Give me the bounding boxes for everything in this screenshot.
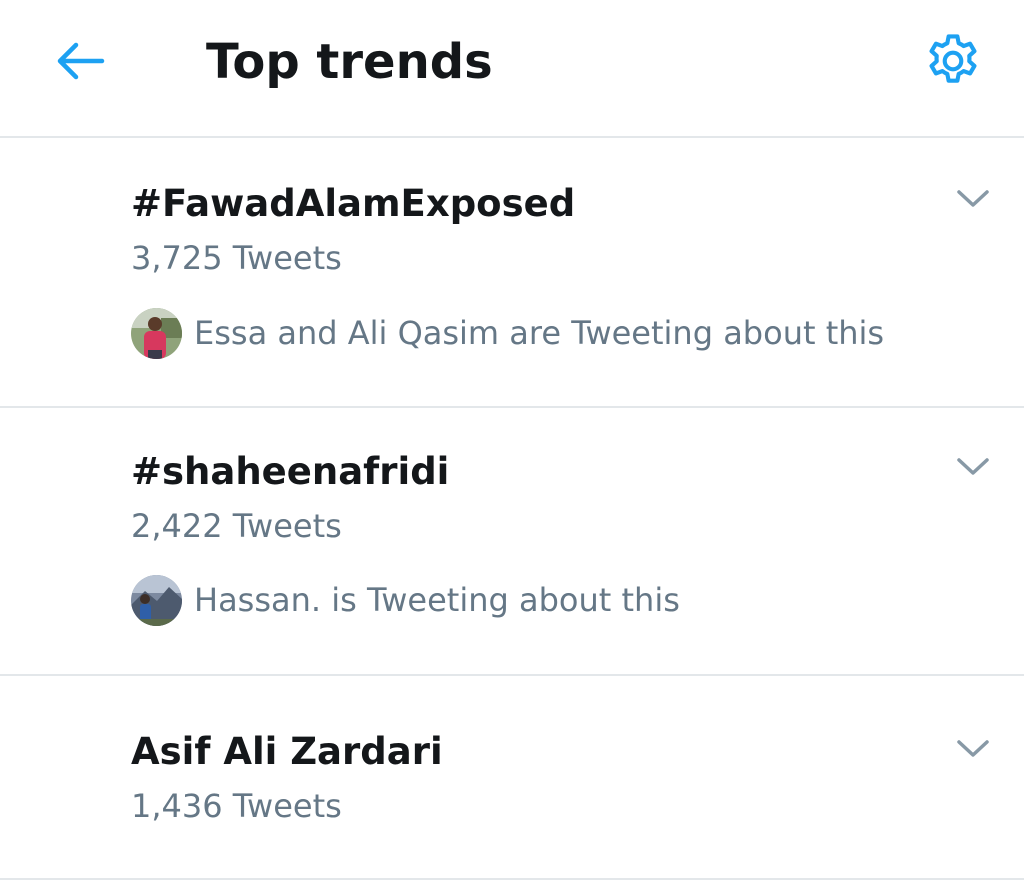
page-title: Top trends (206, 34, 493, 90)
trend-social-context: Hassan. is Tweeting about this (131, 573, 680, 627)
gear-icon (929, 34, 977, 83)
arrow-left-icon (57, 42, 105, 80)
trend-name: Asif Ali Zardari (131, 730, 443, 773)
avatar (131, 574, 182, 626)
trend-item[interactable]: Asif Ali Zardari 1,436 Tweets (0, 676, 1024, 880)
trend-context-text: Hassan. is Tweeting about this (194, 581, 680, 619)
trend-tweet-count: 2,422 Tweets (131, 507, 342, 545)
trend-context-text: Essa and Ali Qasim are Tweeting about th… (194, 314, 885, 352)
chevron-down-icon[interactable] (950, 450, 996, 484)
trend-tweet-count: 1,436 Tweets (131, 787, 342, 825)
trend-item[interactable]: #FawadAlamExposed 3,725 Tweets Essa and … (0, 138, 1024, 408)
chevron-down-icon[interactable] (950, 732, 996, 766)
avatar (131, 307, 182, 359)
settings-button[interactable] (918, 26, 988, 96)
trend-name: #shaheenafridi (131, 450, 450, 493)
trend-item[interactable]: #shaheenafridi 2,422 Tweets Hassan. is T… (0, 408, 1024, 676)
top-trends-screen: Top trends #FawadAlamExposed 3,725 Tweet… (0, 0, 1024, 880)
header-bar: Top trends (0, 0, 1024, 138)
trend-social-context: Essa and Ali Qasim are Tweeting about th… (131, 306, 884, 360)
trend-name: #FawadAlamExposed (131, 182, 576, 225)
back-button[interactable] (40, 28, 120, 94)
trend-tweet-count: 3,725 Tweets (131, 239, 342, 277)
chevron-down-icon[interactable] (950, 182, 996, 216)
